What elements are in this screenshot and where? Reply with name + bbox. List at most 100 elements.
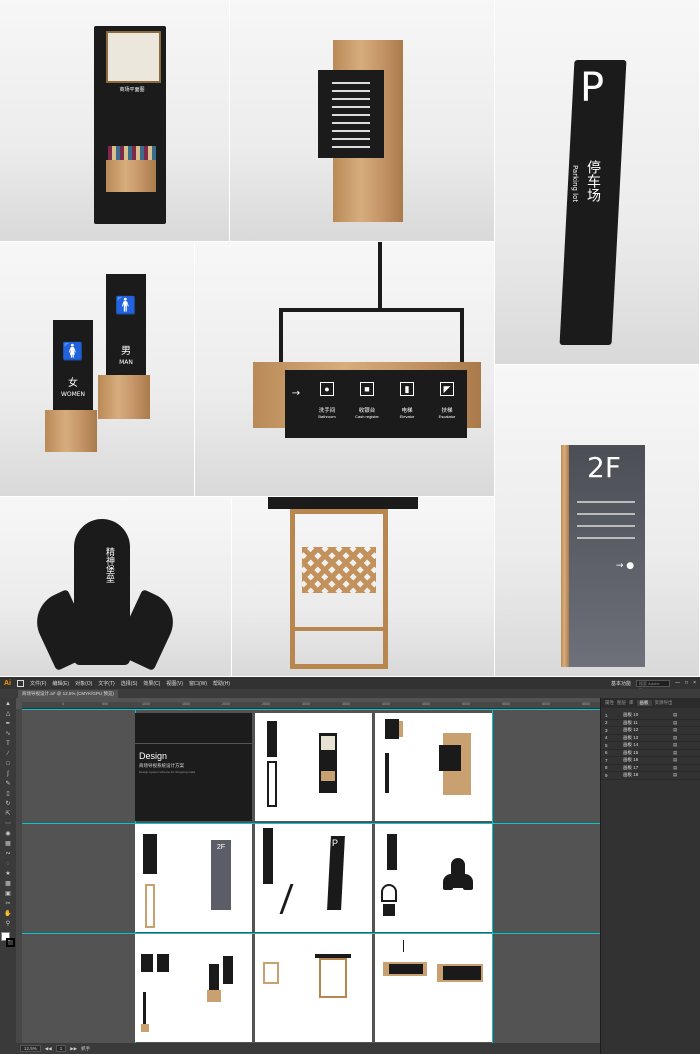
- floor-guide-render: 2F → ●: [495, 365, 700, 677]
- ruler-tick-label: 3000: [302, 702, 310, 706]
- tab-artboards[interactable]: 画板: [636, 700, 652, 706]
- artboard-nav-field[interactable]: 1: [55, 1045, 67, 1052]
- minimize-icon[interactable]: —: [675, 680, 680, 686]
- directory-panel: [318, 70, 384, 158]
- type-tool-icon[interactable]: T: [3, 740, 13, 748]
- artboard-options-icon[interactable]: ▤: [673, 727, 677, 733]
- artboard-options-icon[interactable]: ▤: [673, 720, 677, 726]
- menu-effect[interactable]: 效果(C): [143, 680, 160, 687]
- artboard-options-icon[interactable]: ▤: [673, 712, 677, 718]
- eraser-tool-icon[interactable]: ▯: [3, 790, 13, 798]
- blend-tool-icon[interactable]: ◌: [3, 860, 13, 868]
- menu-bar: Ai 文件(F) 编辑(E) 对象(O) 文字(T) 选择(S) 效果(C) 视…: [0, 677, 700, 692]
- rectangle-tool-icon[interactable]: □: [3, 760, 13, 768]
- artboard-row[interactable]: 5 画板 14 ▤: [601, 742, 700, 750]
- cover-en: Design system scheme for shopping malls: [139, 770, 196, 774]
- shape-builder-tool-icon[interactable]: ◉: [3, 830, 13, 838]
- ruler-tick-label: 6000: [542, 702, 550, 706]
- artboard-options-icon[interactable]: ▤: [673, 735, 677, 741]
- men-cn: 男: [121, 346, 131, 357]
- ruler-tick-label: 3500: [342, 702, 350, 706]
- menu-file[interactable]: 文件(F): [30, 680, 46, 687]
- hanging-item-cn: 电梯: [401, 408, 413, 414]
- render-gallery: 商场平面图 P 停车场 Parking lot 🚺 女 WOMEN 🚹 男 MA…: [0, 0, 700, 677]
- artboard-lantern[interactable]: [255, 934, 372, 1042]
- line-tool-icon[interactable]: ∕: [3, 750, 13, 758]
- artboard-row[interactable]: 1 画板 10 ▤: [601, 712, 700, 720]
- fill-stroke-swatch[interactable]: [1, 932, 15, 948]
- women-sign: [53, 320, 93, 412]
- menu-view[interactable]: 视图(V): [166, 680, 183, 687]
- map-stand-render: 商场平面图: [0, 0, 230, 242]
- scale-tool-icon[interactable]: ⇱: [3, 810, 13, 818]
- tab-properties[interactable]: 属性: [605, 700, 614, 706]
- artboard-wall-directory[interactable]: [375, 713, 492, 821]
- artboard-floor-guide[interactable]: 2F: [135, 824, 252, 932]
- artboard-row[interactable]: 6 画板 15 ▤: [601, 750, 700, 757]
- menu-edit[interactable]: 编辑(E): [52, 680, 69, 687]
- maximize-icon[interactable]: □: [685, 680, 688, 686]
- zoom-field[interactable]: 12.5%: [20, 1045, 41, 1052]
- paintbrush-tool-icon[interactable]: ∫: [3, 770, 13, 778]
- artboard-row[interactable]: 8 画板 17 ▤: [601, 765, 700, 772]
- artboard-options-icon[interactable]: ▤: [673, 772, 677, 778]
- slice-tool-icon[interactable]: ✂: [3, 900, 13, 908]
- artboard-row[interactable]: 7 画板 16 ▤: [601, 757, 700, 765]
- first-artboard-icon[interactable]: ◀◀: [45, 1046, 52, 1052]
- artboard-options-icon[interactable]: ▤: [673, 750, 677, 756]
- artboard-parking[interactable]: P: [255, 824, 372, 932]
- home-icon[interactable]: [17, 679, 24, 687]
- pen-tool-icon[interactable]: ✒: [3, 720, 13, 728]
- tab-layers[interactable]: 图层: [617, 700, 626, 706]
- menu-window[interactable]: 窗口(W): [189, 680, 207, 687]
- canvas[interactable]: Design 商场导视系统设计方案 Design system scheme f…: [22, 709, 600, 1043]
- hanging-item-cn: 收银台: [358, 408, 376, 414]
- artboard-hanging[interactable]: [375, 934, 492, 1042]
- tab-libraries[interactable]: 库: [629, 700, 634, 706]
- artboard-map-stand[interactable]: [255, 713, 372, 821]
- artboard-row[interactable]: 4 画板 13 ▤: [601, 735, 700, 742]
- curvature-tool-icon[interactable]: ∿: [3, 730, 13, 738]
- women-cn: 女: [68, 378, 78, 389]
- parking-en: Parking lot: [571, 165, 579, 203]
- hand-tool-icon[interactable]: ✋: [3, 910, 13, 918]
- stock-search-input[interactable]: 搜索 Adobe Stock: [636, 679, 671, 692]
- workspace-switcher[interactable]: 基本功能: [611, 680, 631, 687]
- gradient-tool-icon[interactable]: ▦: [3, 840, 13, 848]
- last-artboard-icon[interactable]: ▶▶: [70, 1046, 77, 1052]
- artboard-toilets[interactable]: [135, 934, 252, 1042]
- document-tab-bar: 商场导视设计.ai* @ 12.5% (CMYK/GPU 预览): [0, 689, 700, 698]
- menu-type[interactable]: 文字(T): [98, 680, 114, 687]
- direct-selection-tool-icon[interactable]: △: [3, 710, 13, 718]
- width-tool-icon[interactable]: ⋯: [3, 820, 13, 828]
- pencil-tool-icon[interactable]: ✎: [3, 780, 13, 788]
- artboard-cover[interactable]: Design 商场导视系统设计方案 Design system scheme f…: [135, 713, 252, 821]
- artboard-row[interactable]: 2 画板 11 ▤: [601, 720, 700, 727]
- artboard-row[interactable]: 9 画板 18 ▤: [601, 772, 700, 780]
- rotate-tool-icon[interactable]: ↻: [3, 800, 13, 808]
- zoom-tool-icon[interactable]: ⚲: [3, 920, 13, 928]
- ruler-tick-label: 6500: [582, 702, 590, 706]
- symbol-tool-icon[interactable]: ★: [3, 870, 13, 878]
- hanging-item-cn: 洗手间: [318, 408, 336, 414]
- close-icon[interactable]: ×: [693, 680, 696, 686]
- tab-asset-export[interactable]: 资源导出: [655, 700, 673, 706]
- menu-object[interactable]: 对象(O): [75, 680, 92, 687]
- lantern-render: [232, 497, 495, 677]
- menu-help[interactable]: 帮助(H): [213, 680, 230, 687]
- artboard-options-icon[interactable]: ▤: [673, 742, 677, 748]
- graph-tool-icon[interactable]: ▩: [3, 880, 13, 888]
- artboard-tool-icon[interactable]: ▣: [3, 890, 13, 898]
- hanging-item-cn: 扶梯: [441, 408, 453, 414]
- menu-select[interactable]: 选择(S): [121, 680, 138, 687]
- eyedropper-tool-icon[interactable]: ∾: [3, 850, 13, 858]
- artboard-sculpture[interactable]: [375, 824, 492, 932]
- document-tab[interactable]: 商场导视设计.ai* @ 12.5% (CMYK/GPU 预览): [18, 690, 118, 698]
- women-en: WOMEN: [60, 391, 86, 398]
- artboard-options-icon[interactable]: ▤: [673, 765, 677, 771]
- artboard-row[interactable]: 3 画板 12 ▤: [601, 727, 700, 735]
- selection-tool-icon[interactable]: ▲: [3, 700, 13, 708]
- artboard-options-icon[interactable]: ▤: [673, 757, 677, 763]
- tools-panel: ▲ △ ✒ ∿ T ∕ □ ∫ ✎ ▯ ↻ ⇱ ⋯ ◉ ▦ ∾ ◌ ★ ▩ ▣ …: [0, 698, 16, 1054]
- cover-title: Design: [139, 751, 168, 761]
